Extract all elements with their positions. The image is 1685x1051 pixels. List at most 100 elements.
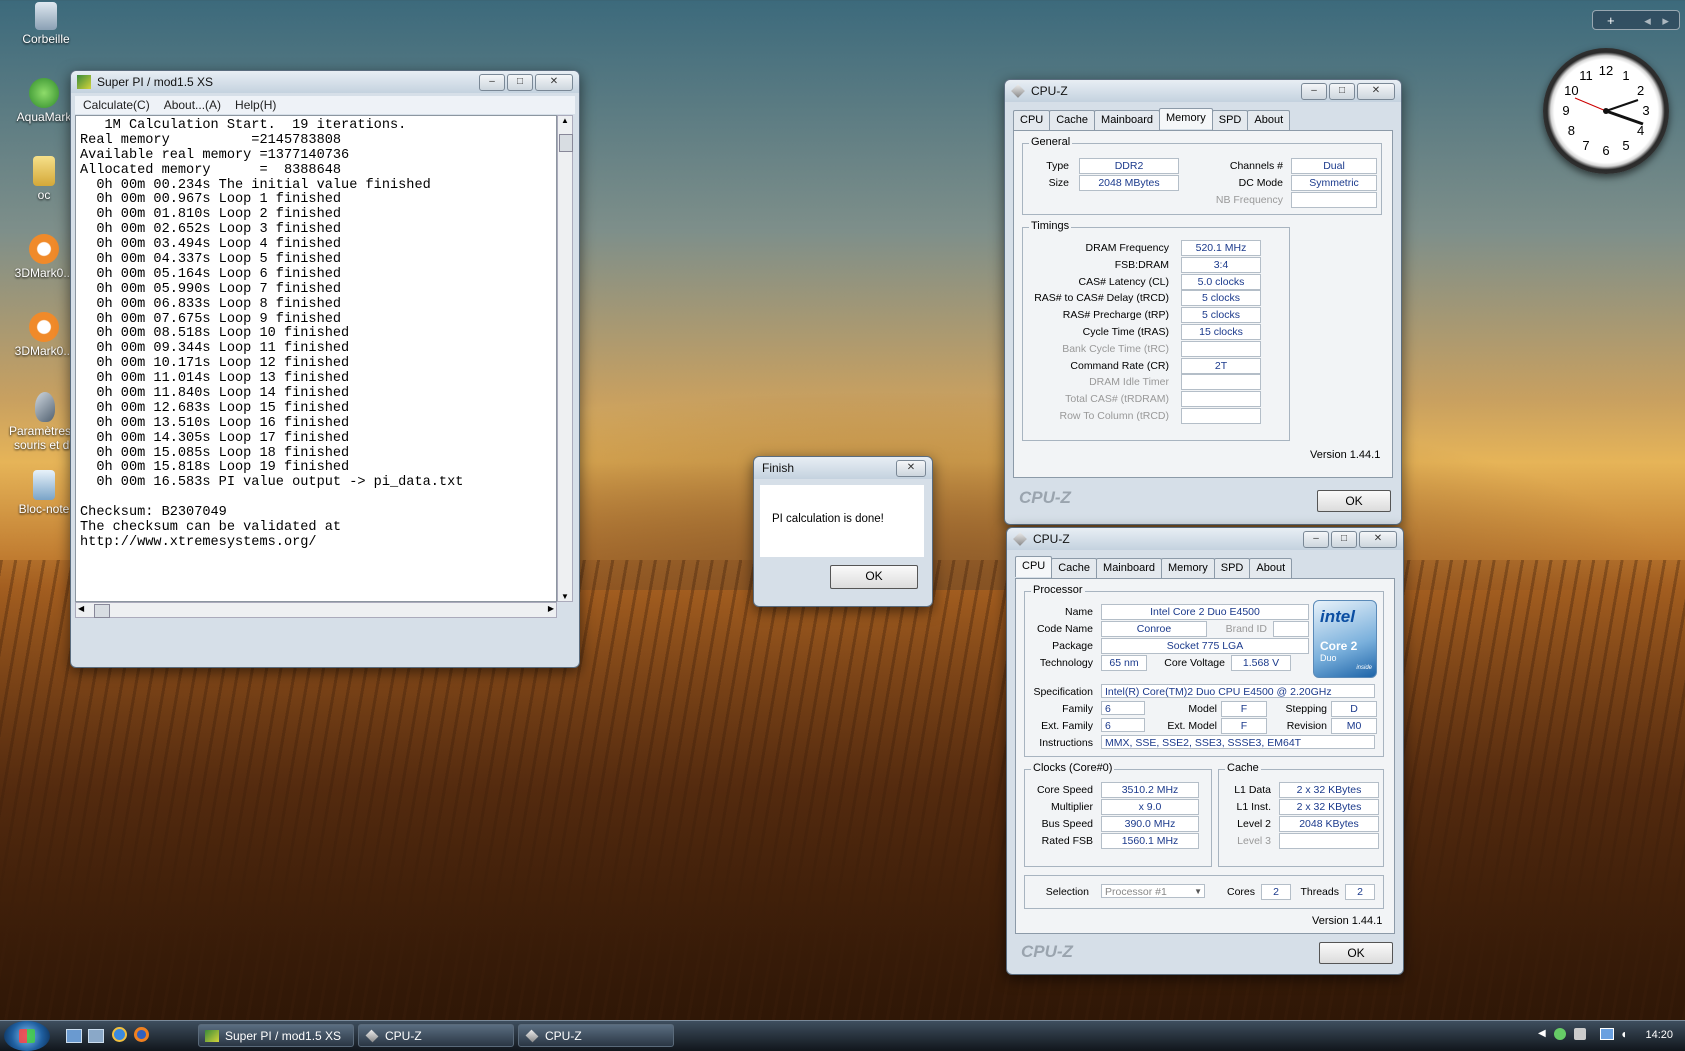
cpuz-memory-titlebar[interactable]: CPU-Z – □ ✕ <box>1005 80 1401 102</box>
minimize-button[interactable]: – <box>479 74 505 91</box>
cpuz-memory-brand: CPU-Z <box>1019 488 1071 507</box>
taskbar-item-superpi[interactable]: Super PI / mod1.5 XS <box>198 1024 354 1047</box>
timing-value: 3:4 <box>1181 256 1261 273</box>
tab-spd[interactable]: SPD <box>1213 558 1251 579</box>
close-button[interactable]: ✕ <box>1359 531 1397 548</box>
tab-cache[interactable]: Cache <box>1049 110 1096 131</box>
vertical-scrollbar[interactable]: ▲ ▼ <box>557 115 573 602</box>
maximize-icon: □ <box>1340 533 1348 544</box>
scroll-left-icon[interactable]: ◀ <box>78 604 84 613</box>
cpuz-cpu-titlebar[interactable]: CPU-Z – □ ✕ <box>1007 528 1403 550</box>
scroll-thumb-h[interactable] <box>94 604 110 618</box>
cpuz-memory-ok-button[interactable]: OK <box>1317 490 1391 512</box>
maximize-button[interactable]: □ <box>1329 83 1355 100</box>
superpi-window[interactable]: Super PI / mod1.5 XS – □ ✕ Calculate(C) … <box>70 70 580 668</box>
model-value: F <box>1221 701 1267 717</box>
clock-number: 12 <box>1598 63 1614 78</box>
cpuz-cpu-brand: CPU-Z <box>1021 942 1073 961</box>
ext-model-value: F <box>1221 718 1267 734</box>
minimize-button[interactable]: – <box>1301 83 1327 100</box>
aquamark-icon <box>29 78 59 108</box>
clock-gadget[interactable]: 12 1 2 3 4 5 6 7 8 9 10 11 <box>1543 48 1669 174</box>
finish-dialog[interactable]: Finish ✕ PI calculation is done! OK <box>753 456 933 607</box>
technology-label: Technology <box>1039 657 1093 669</box>
switch-windows-icon[interactable] <box>88 1029 104 1043</box>
menu-about[interactable]: About...(A) <box>164 96 221 114</box>
threads-value: 2 <box>1345 884 1375 900</box>
taskbar-clock[interactable]: 14:20 <box>1645 1029 1673 1041</box>
scroll-right-icon[interactable]: ▶ <box>548 604 554 613</box>
start-button[interactable] <box>4 1021 50 1051</box>
tab-about[interactable]: About <box>1247 110 1291 131</box>
cache-value: 2 x 32 KBytes <box>1279 782 1379 798</box>
cpuz-cpu-window[interactable]: CPU-Z – □ ✕ CPU Cache Mainboard Memory S… <box>1006 527 1404 975</box>
menu-calculate[interactable]: Calculate(C) <box>83 96 150 114</box>
network-icon[interactable] <box>1600 1028 1614 1040</box>
tab-spd[interactable]: SPD <box>1211 110 1249 131</box>
instructions-label: Instructions <box>1039 737 1093 749</box>
tab-mainboard[interactable]: Mainboard <box>1096 558 1163 579</box>
internet-explorer-icon[interactable] <box>112 1027 127 1042</box>
tray-app-icon[interactable] <box>1574 1028 1586 1040</box>
timing-label: Bank Cycle Time (tRC) <box>1062 342 1169 355</box>
cpuz-memory-window[interactable]: CPU-Z – □ ✕ CPU Cache Mainboard Memory S… <box>1004 79 1402 525</box>
timing-label: RAS# to CAS# Delay (tRCD) <box>1034 292 1169 305</box>
tab-memory[interactable]: Memory <box>1161 558 1215 579</box>
superpi-app-icon <box>77 75 91 89</box>
tray-expand-icon[interactable]: ◀ <box>1538 1028 1546 1039</box>
firefox-icon[interactable] <box>134 1027 149 1042</box>
console-line: 1M Calculation Start. 19 iterations. <box>80 118 407 133</box>
finish-body: PI calculation is done! <box>760 485 924 557</box>
timing-label: DRAM Idle Timer <box>1089 376 1169 389</box>
network-user-icon[interactable] <box>1554 1028 1566 1040</box>
scroll-up-icon[interactable]: ▲ <box>561 116 569 125</box>
desktop-icon-label: 3DMark0... <box>14 266 74 280</box>
clock-label: Core Speed <box>1036 784 1093 796</box>
maximize-button[interactable]: □ <box>1331 531 1357 548</box>
horizontal-scrollbar[interactable]: ◀ ▶ <box>75 602 557 618</box>
windows-logo-icon <box>19 1029 35 1043</box>
maximize-icon: □ <box>1338 85 1346 96</box>
maximize-button[interactable]: □ <box>507 74 533 91</box>
intel-logo-line2: Duo <box>1320 653 1337 663</box>
clock-number: 6 <box>1602 143 1610 158</box>
ext-model-label: Ext. Model <box>1167 720 1217 732</box>
next-arrow-icon[interactable]: ▸ <box>1662 13 1669 28</box>
tab-cpu[interactable]: CPU <box>1015 556 1053 577</box>
volume-icon[interactable]: ◖ <box>1620 1027 1627 1041</box>
taskbar-item-cpuz-2[interactable]: CPU-Z <box>518 1024 674 1047</box>
minimize-button[interactable]: – <box>1303 531 1329 548</box>
menu-help[interactable]: Help(H) <box>235 96 276 114</box>
tab-about[interactable]: About <box>1249 558 1293 579</box>
general-group: General Type DDR2 Size 2048 MBytes Chann… <box>1022 136 1382 215</box>
tab-cache[interactable]: Cache <box>1051 558 1098 579</box>
processor-select[interactable]: Processor #1 ▼ <box>1101 884 1205 898</box>
close-button[interactable]: ✕ <box>1357 83 1395 100</box>
desktop-icon-recycle-bin[interactable]: Corbeille <box>6 2 86 46</box>
show-desktop-icon[interactable] <box>66 1029 82 1043</box>
superpi-console-output[interactable]: 1M Calculation Start. 19 iterations. Real… <box>75 115 557 602</box>
cores-value: 2 <box>1261 884 1291 900</box>
taskbar-item-cpuz-1[interactable]: CPU-Z <box>358 1024 514 1047</box>
clock-number: 3 <box>1642 103 1650 118</box>
prev-arrow-icon[interactable]: ◂ <box>1644 13 1651 28</box>
tab-cpu[interactable]: CPU <box>1013 110 1051 131</box>
timing-value <box>1181 408 1261 424</box>
scroll-thumb[interactable] <box>559 134 573 152</box>
cpuz-cpu-ok-button[interactable]: OK <box>1319 942 1393 964</box>
superpi-title: Super PI / mod1.5 XS <box>97 75 214 89</box>
add-gadget-icon[interactable]: + <box>1607 13 1615 28</box>
instructions-value: MMX, SSE, SSE2, SSE3, SSSE3, EM64T <box>1101 735 1375 749</box>
superpi-titlebar[interactable]: Super PI / mod1.5 XS – □ ✕ <box>71 71 579 93</box>
tab-mainboard[interactable]: Mainboard <box>1094 110 1161 131</box>
finish-ok-button[interactable]: OK <box>830 565 918 589</box>
cpuz-cpu-panel: Processor Name Intel Core 2 Duo E4500 Co… <box>1015 578 1395 934</box>
spec-value: Intel(R) Core(TM)2 Duo CPU E4500 @ 2.20G… <box>1101 684 1375 698</box>
scroll-down-icon[interactable]: ▼ <box>561 592 569 601</box>
tab-memory[interactable]: Memory <box>1159 108 1213 129</box>
finish-titlebar[interactable]: Finish ✕ <box>754 457 932 479</box>
close-button[interactable]: ✕ <box>535 74 573 91</box>
finish-close-button[interactable]: ✕ <box>896 460 926 477</box>
console-line: Available real memory =1377140736 <box>80 147 350 163</box>
sidebar-controls[interactable]: + ◂ ▸ <box>1592 10 1680 30</box>
